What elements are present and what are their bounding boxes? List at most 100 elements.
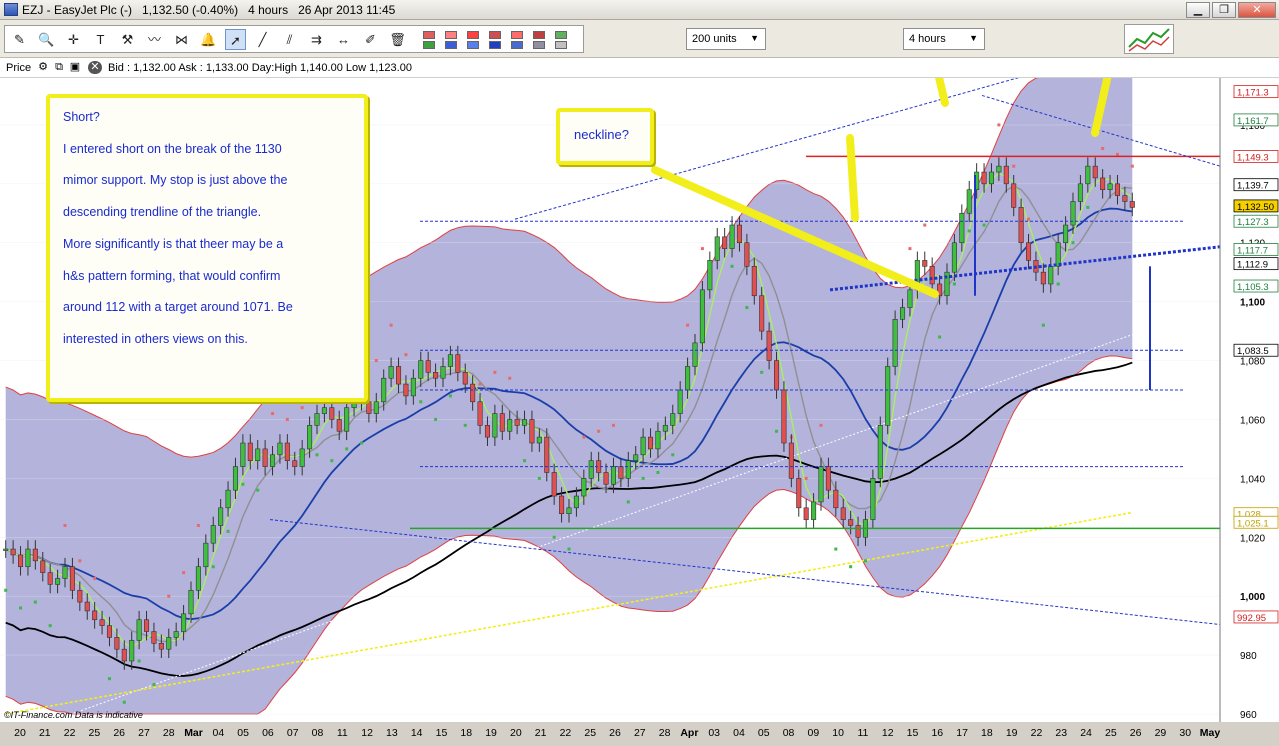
zoom-icon[interactable]: 🔍 <box>36 29 57 50</box>
candle-body <box>900 307 906 320</box>
pattern-icon[interactable]: ⋈ <box>171 29 192 50</box>
x-tick-label: 25 <box>584 727 596 739</box>
candle-body <box>1085 165 1091 185</box>
color-swatch[interactable] <box>533 31 545 39</box>
sar-dot <box>671 453 675 457</box>
sar-dot <box>819 423 823 427</box>
candle-body <box>522 419 528 426</box>
candle-body <box>492 413 498 438</box>
analysis-note[interactable]: Short? I entered short on the break of th… <box>46 94 368 402</box>
candle-body <box>255 448 261 461</box>
candle-body <box>840 507 846 520</box>
x-tick-label: 22 <box>64 727 76 739</box>
candle-body <box>106 625 112 638</box>
candle-body <box>1114 183 1120 196</box>
restore-button[interactable]: ❐ <box>1212 2 1236 18</box>
candle-body <box>129 640 135 662</box>
color-swatch[interactable] <box>445 31 457 39</box>
sar-dot <box>1101 146 1105 150</box>
units-select[interactable]: 200 units ▼ <box>686 28 766 50</box>
tools-icon[interactable]: ⚒ <box>117 29 138 50</box>
candle-body <box>877 425 883 479</box>
color-swatch[interactable] <box>511 41 523 49</box>
x-tick-label: 27 <box>634 727 646 739</box>
candle-body <box>99 619 105 626</box>
chart-style-button[interactable] <box>1124 24 1174 54</box>
y-tick-label: 1,060 <box>1240 415 1265 426</box>
candle-body <box>55 578 61 585</box>
color-swatch[interactable] <box>511 31 523 39</box>
price-tag-label: 1,127.3 <box>1237 217 1269 228</box>
color-swatch[interactable] <box>467 31 479 39</box>
window-icon[interactable]: ⧉ <box>52 61 66 74</box>
lock-icon[interactable]: ▣ <box>68 61 82 74</box>
x-tick-label: 17 <box>956 727 968 739</box>
x-tick-label: 13 <box>386 727 398 739</box>
x-tick-label: 28 <box>659 727 671 739</box>
quote-bar: Price ⚙ ⧉ ▣ ✕ Bid : 1,132.00 Ask : 1,133… <box>0 58 1279 78</box>
sar-dot <box>923 223 927 227</box>
pointer-icon[interactable]: ➚ <box>225 29 246 50</box>
candle-body <box>1055 242 1061 267</box>
candle-body <box>833 489 839 509</box>
candle-body <box>670 413 676 426</box>
text-icon[interactable]: T <box>90 29 111 50</box>
color-swatch[interactable] <box>533 41 545 49</box>
settings-icon[interactable]: ⚙ <box>36 61 50 74</box>
candle-body <box>736 224 742 244</box>
color-swatch[interactable] <box>423 41 435 49</box>
sar-dot <box>1071 241 1075 245</box>
color-swatch[interactable] <box>445 41 457 49</box>
parallel-icon[interactable]: ⇉ <box>306 29 327 50</box>
crosshair-icon[interactable]: ✛ <box>63 29 84 50</box>
color-swatch[interactable] <box>555 31 567 39</box>
alarm-icon[interactable]: 🔔 <box>198 29 219 50</box>
note-heading: Short? <box>63 110 100 124</box>
minimize-button[interactable]: ▁ <box>1186 2 1210 18</box>
candle-body <box>381 377 387 403</box>
candle-body <box>210 525 216 544</box>
sar-dot <box>952 282 956 286</box>
candle-body <box>633 454 639 461</box>
candle-body <box>18 554 24 568</box>
y-tick-label: 980 <box>1240 651 1257 662</box>
channel-icon[interactable]: ⫽ <box>279 29 300 50</box>
fib-icon[interactable]: ↔ <box>333 29 354 50</box>
color-swatch[interactable] <box>423 31 435 39</box>
candle-body <box>307 425 313 450</box>
sar-dot <box>1041 323 1045 327</box>
candle-body <box>25 548 31 568</box>
sar-dot <box>389 323 393 327</box>
data-credit: ©IT-Finance.com Data is indicative <box>4 710 143 720</box>
y-tick-label: 1,040 <box>1240 474 1265 485</box>
line-icon[interactable]: ╱ <box>252 29 273 50</box>
x-tick-label: 08 <box>312 727 324 739</box>
candle-body <box>1018 207 1024 244</box>
candle-body <box>1092 165 1098 179</box>
color-swatch[interactable] <box>467 41 479 49</box>
note-line: descending trendline of the triangle. <box>63 205 262 220</box>
color-swatch[interactable] <box>555 41 567 49</box>
edit-icon[interactable]: ✐ <box>360 29 381 50</box>
candle-body <box>603 472 609 485</box>
color-swatch[interactable] <box>489 31 501 39</box>
interval-select[interactable]: 4 hours ▼ <box>903 28 985 50</box>
app-icon <box>4 3 18 16</box>
delete-icon[interactable]: 🗑 <box>387 29 408 50</box>
sar-dot <box>686 323 690 327</box>
candle-body <box>32 548 38 562</box>
pencil-icon[interactable]: ✎ <box>9 29 30 50</box>
close-icon[interactable]: ✕ <box>88 61 102 74</box>
x-tick-label: 07 <box>287 727 299 739</box>
sar-dot <box>19 606 23 610</box>
indicator-icon[interactable]: 〰 <box>144 29 165 50</box>
close-button[interactable]: ✕ <box>1238 2 1276 18</box>
y-tick-label: 1,080 <box>1240 357 1265 368</box>
sar-dot <box>434 417 438 421</box>
neckline-note[interactable]: neckline? <box>556 108 654 165</box>
color-swatch[interactable] <box>489 41 501 49</box>
x-tick-label: 14 <box>411 727 423 739</box>
candle-body <box>1100 177 1106 191</box>
candle-body <box>640 436 646 456</box>
x-tick-label: 04 <box>733 727 745 739</box>
